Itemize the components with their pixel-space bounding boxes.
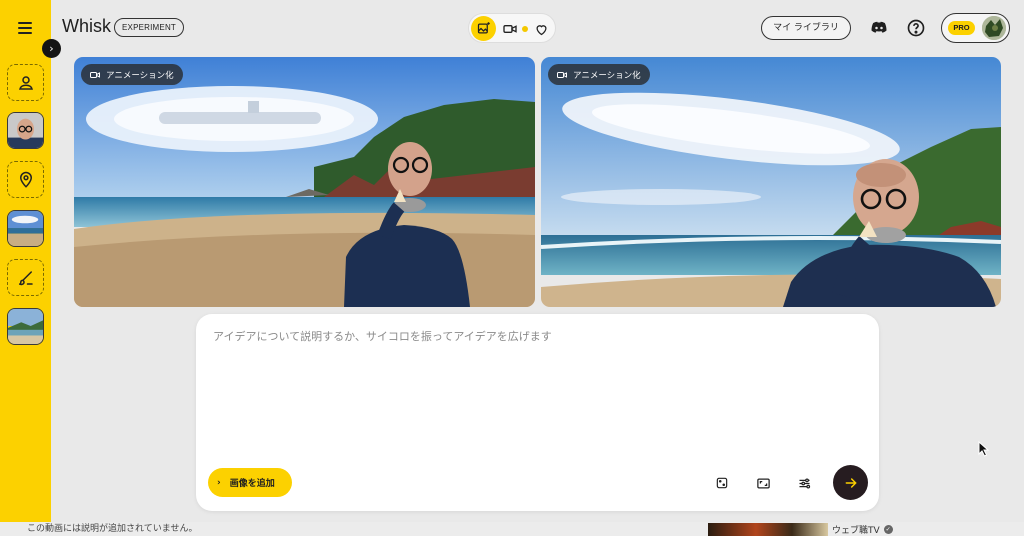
menu-icon[interactable] xyxy=(13,18,37,38)
sliders-icon[interactable] xyxy=(794,473,814,493)
generated-image-1[interactable]: アニメーション化 xyxy=(74,57,535,307)
discord-icon[interactable] xyxy=(869,18,889,38)
add-image-button[interactable]: › 画像を追加 xyxy=(208,468,292,497)
animate-label: アニメーション化 xyxy=(106,70,174,81)
mode-switcher xyxy=(468,13,556,43)
generated-image-2[interactable]: アニメーション化 xyxy=(541,57,1001,307)
add-image-label: 画像を追加 xyxy=(229,479,275,489)
account-button[interactable]: PRO xyxy=(941,13,1010,43)
my-library-button[interactable]: マイ ライブラリ xyxy=(761,16,851,40)
submit-button[interactable] xyxy=(833,465,868,500)
scene-slot[interactable] xyxy=(7,161,44,198)
pro-badge: PRO xyxy=(948,21,975,35)
arrow-right-icon xyxy=(845,477,857,488)
animate-button[interactable]: アニメーション化 xyxy=(548,64,650,85)
heart-icon xyxy=(535,24,547,35)
video-thumbnail[interactable] xyxy=(708,523,828,536)
sidebar-expand-button[interactable]: › xyxy=(42,39,61,58)
channel-name-label: ウェブ職TV xyxy=(832,526,880,536)
brush-icon xyxy=(18,270,33,285)
subject-slot[interactable] xyxy=(7,64,44,101)
subject-image-thumbnail[interactable] xyxy=(7,112,44,149)
sidebar xyxy=(0,0,51,522)
avatar xyxy=(982,16,1006,40)
dice-icon[interactable] xyxy=(712,473,732,493)
mouse-cursor-icon xyxy=(978,440,990,461)
new-indicator-dot xyxy=(522,26,528,32)
help-icon[interactable] xyxy=(906,18,926,38)
video-description-note: この動画には説明が追加されていません。 xyxy=(27,524,198,534)
person-icon xyxy=(18,75,33,90)
style-image-thumbnail[interactable] xyxy=(7,308,44,345)
animate-button[interactable]: アニメーション化 xyxy=(81,64,183,85)
scene-image-thumbnail[interactable] xyxy=(7,210,44,247)
chevron-right-icon: › xyxy=(217,477,221,488)
app-logo[interactable]: Whisk xyxy=(62,16,111,37)
video-camera-icon xyxy=(557,71,567,78)
experiment-badge: EXPERIMENT xyxy=(114,18,185,37)
animate-label: アニメーション化 xyxy=(573,70,641,81)
video-camera-icon xyxy=(90,71,100,78)
beach-scene-image xyxy=(74,57,535,307)
video-mode-button[interactable] xyxy=(499,18,521,40)
verified-icon: ✓ xyxy=(883,525,893,534)
style-slot[interactable] xyxy=(7,259,44,296)
favorites-button[interactable] xyxy=(530,18,552,40)
channel-name[interactable]: ウェブ職TV ✓ xyxy=(832,523,893,536)
video-camera-icon xyxy=(503,25,517,33)
location-pin-icon xyxy=(19,171,32,188)
beach-scene-image xyxy=(541,57,1001,307)
image-sparkle-icon xyxy=(477,22,490,34)
prompt-panel: › 画像を追加 xyxy=(196,314,879,511)
prompt-input[interactable] xyxy=(213,328,853,458)
aspect-ratio-icon[interactable] xyxy=(753,473,773,493)
image-mode-button[interactable] xyxy=(471,16,496,41)
